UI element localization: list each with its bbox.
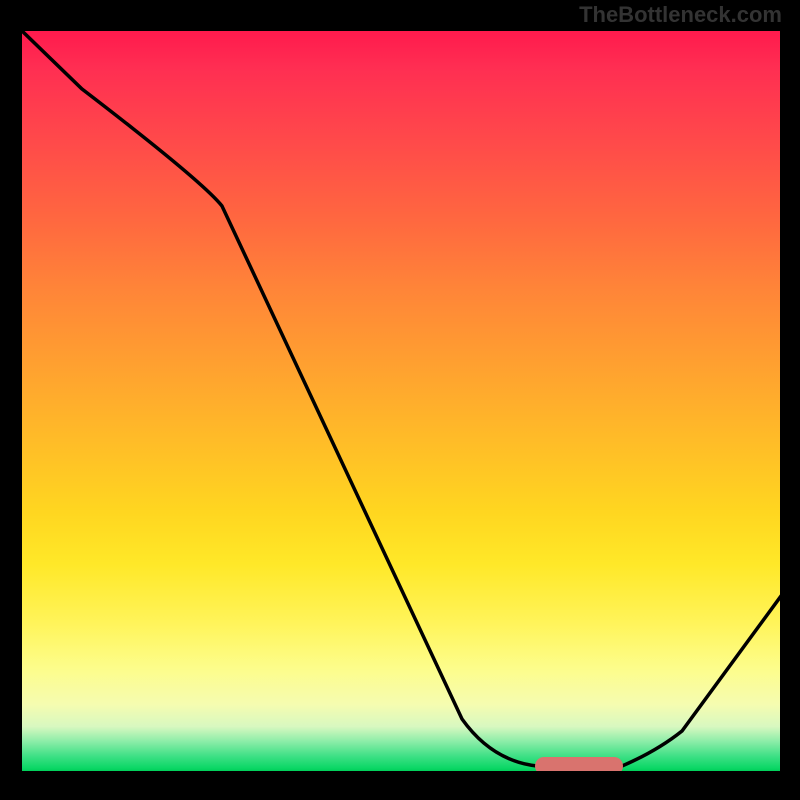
bottleneck-curve (22, 31, 780, 766)
optimal-range-marker (535, 757, 623, 771)
chart-container (22, 31, 780, 771)
attribution-text: TheBottleneck.com (579, 2, 782, 28)
curve-svg (22, 31, 780, 771)
